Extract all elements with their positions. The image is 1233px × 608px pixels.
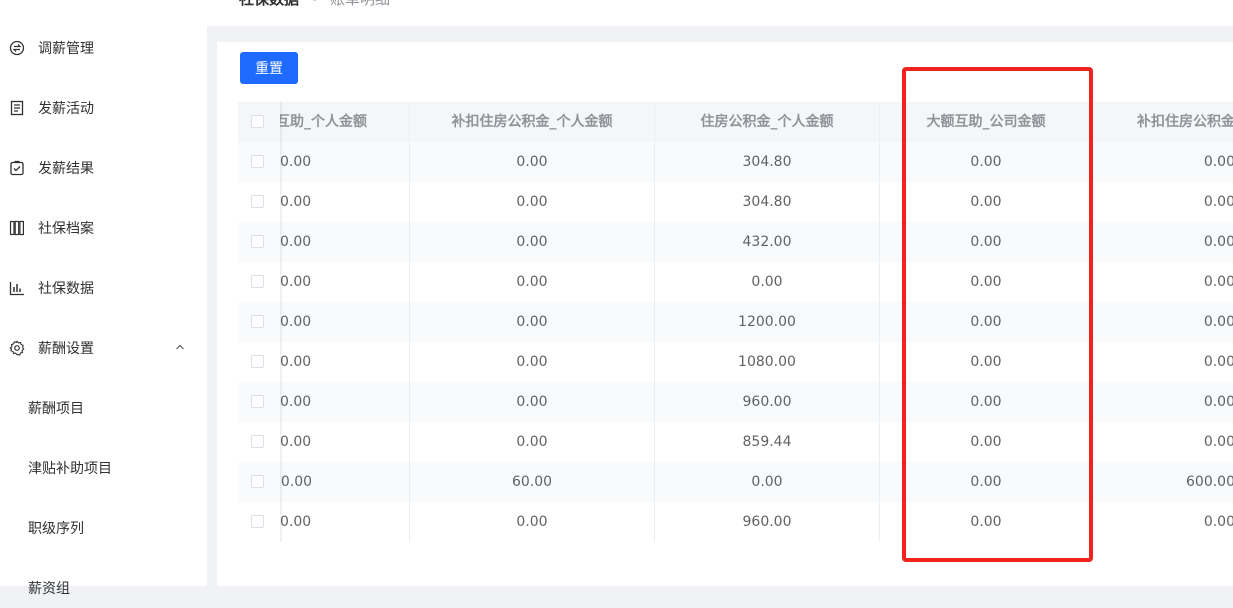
table-cell: 0.00 (1203, 434, 1233, 450)
sidebar-item-social-security-archive[interactable]: 社保档案 (0, 208, 207, 248)
table-cell: 0.00 (280, 382, 410, 422)
row-checkbox[interactable] (251, 155, 264, 168)
table-cell: 0.00 (410, 382, 655, 422)
table-cell: 0.00 (1203, 514, 1233, 530)
table-cell: 60.00 (410, 462, 655, 502)
reset-button[interactable]: 重置 (240, 52, 298, 84)
table-cell: 0.00 (410, 422, 655, 462)
breadcrumb-current: 账单明细 (330, 0, 390, 9)
table-cell: 0.00 (280, 502, 410, 542)
breadcrumb: 社保数据 > 账单明细 (207, 0, 1233, 26)
table-cell: 0.00 (280, 342, 410, 382)
sidebar-subitem-compensation-items[interactable]: 薪酬项目 (28, 388, 84, 428)
sidebar-item-salary-adjustment[interactable]: 调薪管理 (0, 28, 207, 68)
sidebar-subitem-job-level-sequence[interactable]: 职级序列 (28, 508, 84, 548)
table-cell: 0.00 (410, 342, 655, 382)
table-cell: 0.00 (280, 262, 410, 302)
sidebar-item-label: 薪酬设置 (38, 341, 94, 357)
sidebar-item-payroll-activity[interactable]: 发薪活动 (0, 88, 207, 128)
row-checkbox[interactable] (251, 235, 264, 248)
sidebar-item-label: 调薪管理 (38, 41, 94, 57)
row-checkbox[interactable] (251, 355, 264, 368)
select-all-checkbox[interactable] (251, 115, 264, 128)
table-cell: 0.00 (410, 302, 655, 342)
row-checkbox[interactable] (251, 315, 264, 328)
breadcrumb-separator: > (312, 0, 325, 6)
table-cell: 304.80 (655, 182, 880, 222)
row-select-cell (238, 382, 280, 422)
row-checkbox[interactable] (251, 195, 264, 208)
column-header[interactable]: 补扣住房公积金 (1093, 102, 1233, 142)
table-cell: 70.00 (280, 462, 410, 502)
select-all-cell (238, 102, 280, 142)
chevron-up-icon (176, 344, 184, 350)
column-header[interactable]: 补扣住房公积金_个人金额 (410, 102, 655, 142)
sidebar-subitem-allowance-items[interactable]: 津贴补助项目 (28, 448, 112, 488)
row-checkbox[interactable] (251, 395, 264, 408)
sidebar-item-label: 社保档案 (38, 221, 94, 237)
table-cell: 432.00 (655, 222, 880, 262)
sidebar-item-social-security-data[interactable]: 社保数据 (0, 268, 207, 308)
table-cell: 0.00 (655, 262, 880, 302)
table-cell: 0.00 (1203, 234, 1233, 250)
table-cell: 0.00 (655, 462, 880, 502)
table-cell: 600.00 (1186, 474, 1233, 490)
bar-chart-icon (9, 280, 25, 296)
sidebar-subitem-salary-group[interactable]: 薪资组 (28, 568, 70, 608)
row-checkbox[interactable] (251, 475, 264, 488)
table-cell: 0.00 (1203, 354, 1233, 370)
sidebar-item-payroll-result[interactable]: 发薪结果 (0, 148, 207, 188)
row-select-cell (238, 422, 280, 462)
table-cell: 0.00 (280, 222, 410, 262)
column-header[interactable]: 互助_个人金额 (280, 102, 410, 142)
table-cell: 960.00 (655, 382, 880, 422)
sidebar-item-compensation-settings[interactable]: 薪酬设置 (0, 328, 207, 368)
fixed-column-shadow (280, 102, 283, 542)
highlight-box (902, 67, 1093, 562)
table-cell: 0.00 (1203, 394, 1233, 410)
table-cell: 1080.00 (655, 342, 880, 382)
sidebar-item-label: 发薪活动 (38, 101, 94, 117)
document-icon (9, 100, 25, 116)
row-checkbox[interactable] (251, 275, 264, 288)
row-select-cell (238, 462, 280, 502)
sidebar: 调薪管理 发薪活动 发薪结果 社保档案 社保数据 薪酬设置 薪酬项目 津贴补助项… (0, 0, 207, 597)
table-cell: 0.00 (410, 222, 655, 262)
column-header[interactable]: 住房公积金_个人金额 (655, 102, 880, 142)
row-select-cell (238, 502, 280, 542)
table-cell: 304.80 (655, 142, 880, 182)
archive-icon (9, 220, 25, 236)
gear-icon (9, 340, 25, 356)
clipboard-check-icon (9, 160, 25, 176)
table-cell: 0.00 (410, 262, 655, 302)
row-checkbox[interactable] (251, 515, 264, 528)
table-cell: 1200.00 (655, 302, 880, 342)
row-select-cell (238, 262, 280, 302)
exchange-icon (9, 40, 25, 56)
table-cell: 0.00 (410, 502, 655, 542)
table-cell: 0.00 (1203, 194, 1233, 210)
table-cell: 0.00 (1203, 314, 1233, 330)
table-cell: 960.00 (655, 502, 880, 542)
breadcrumb-parent[interactable]: 社保数据 (239, 0, 299, 9)
table-cell: 0.00 (280, 422, 410, 462)
table-cell: 0.00 (410, 182, 655, 222)
table-cell: 0.00 (1203, 274, 1233, 290)
table-cell: 0.00 (410, 142, 655, 182)
table-cell: 0.00 (280, 302, 410, 342)
sidebar-item-label: 发薪结果 (38, 161, 94, 177)
table-cell: 0.00 (1203, 154, 1233, 170)
sidebar-item-label: 社保数据 (38, 281, 94, 297)
table-cell: 0.00 (280, 142, 410, 182)
row-checkbox[interactable] (251, 435, 264, 448)
table-cell: 0.00 (280, 182, 410, 222)
row-select-cell (238, 342, 280, 382)
row-select-cell (238, 302, 280, 342)
row-select-cell (238, 222, 280, 262)
row-select-cell (238, 182, 280, 222)
row-select-cell (238, 142, 280, 182)
table-cell: 859.44 (655, 422, 880, 462)
